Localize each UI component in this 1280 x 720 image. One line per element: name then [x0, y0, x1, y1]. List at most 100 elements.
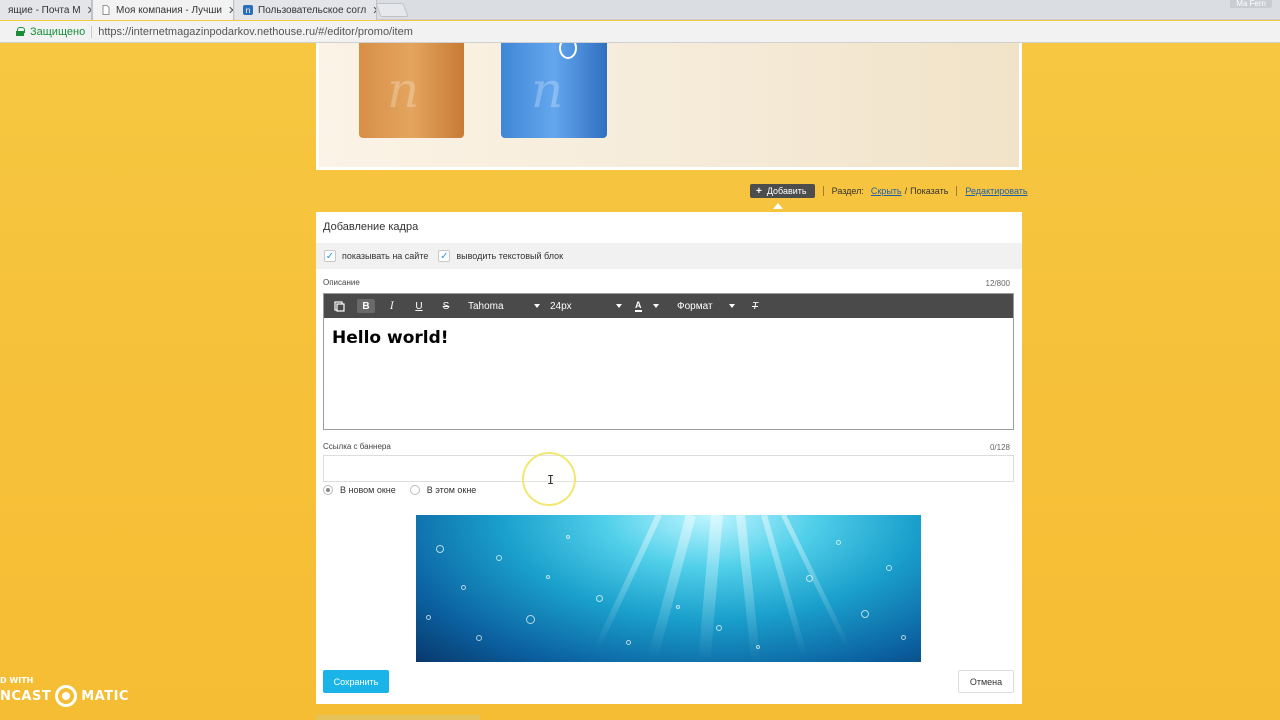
section-toolbar: + Добавить Раздел: Скрыть / Показать Ред… [750, 184, 1028, 198]
tab-title: ящие - Почта M [8, 4, 81, 16]
cancel-button[interactable]: Отмена [958, 670, 1014, 693]
text-cursor-icon: I [547, 473, 555, 487]
bubble [756, 645, 760, 649]
radio-selected-icon[interactable] [323, 485, 333, 495]
format-label: Формат [677, 300, 713, 312]
chevron-down-icon [534, 304, 540, 308]
blue-bag-image: n [501, 43, 607, 138]
tab-title: Моя компания - Лучши [116, 4, 223, 16]
new-tab-button[interactable] [375, 3, 409, 17]
slash-separator: / [904, 186, 908, 196]
bubble [436, 545, 444, 553]
browser-tab-company[interactable]: Моя компания - Лучши ✕ [92, 0, 234, 20]
close-icon[interactable]: ✕ [222, 4, 233, 17]
screencast-watermark: D WITH NCAST MATIC [0, 676, 129, 707]
watermark-logo: NCAST MATIC [0, 685, 129, 707]
bubble [476, 635, 482, 641]
font-family-value: Tahoma [468, 300, 504, 312]
frame-image-preview[interactable] [416, 515, 921, 662]
bubble [596, 595, 603, 602]
radio-unselected-icon[interactable] [409, 485, 420, 495]
save-button[interactable]: Сохранить [323, 670, 389, 693]
text-color-icon: A [635, 300, 642, 312]
options-strip: ✓ показывать на сайте ✓ выводить текстов… [316, 243, 1022, 269]
tab-title: Пользовательское согл [258, 4, 367, 16]
font-size-value: 24px [550, 300, 572, 312]
next-section-edge [316, 715, 480, 720]
same-window-option[interactable]: В этом окне [409, 485, 477, 495]
banner-link-input[interactable] [323, 455, 1014, 482]
bubble [626, 640, 631, 645]
show-text-block-label: выводить текстовый блок [456, 251, 564, 261]
show-on-site-option[interactable]: ✓ показывать на сайте [324, 250, 428, 262]
italic-button[interactable]: I [384, 299, 400, 313]
section-label: Раздел: [831, 186, 864, 196]
hide-link[interactable]: Скрыть [871, 186, 902, 196]
banner-image: n n [319, 43, 1019, 167]
show-text-block-option[interactable]: ✓ выводить текстовый блок [438, 250, 563, 262]
bubble [836, 540, 841, 545]
same-window-label: В этом окне [426, 485, 477, 495]
url-text[interactable]: https://internetmagazinpodarkov.nethouse… [98, 26, 413, 38]
underline-button[interactable]: U [411, 299, 427, 313]
browser-tab-agreement[interactable]: n Пользовательское согл ✕ [235, 0, 377, 20]
bubble [496, 555, 502, 561]
text-color-button[interactable]: A [635, 299, 659, 313]
add-button-label: Добавить [766, 186, 807, 196]
edit-link[interactable]: Редактировать [965, 186, 1027, 196]
window-user-badge[interactable]: Ma Fern [1230, 0, 1272, 8]
rich-text-editor: B I U S Tahoma 24px A Формат T Hello wor… [323, 293, 1014, 430]
bubble [676, 605, 680, 609]
pointer-arrow [773, 203, 783, 209]
description-label: Описание [323, 278, 360, 287]
bold-button[interactable]: B [357, 299, 375, 313]
light-ray [736, 515, 761, 662]
light-ray [648, 515, 696, 659]
secure-label: Защищено [30, 25, 86, 38]
bubble [566, 535, 570, 539]
show-label[interactable]: Показать [910, 186, 948, 196]
browser-tab-bar: ящие - Почта M ✕ Моя компания - Лучши ✕ … [0, 0, 1280, 20]
add-frame-panel: Добавление кадра ✓ показывать на сайте ✓… [316, 212, 1022, 704]
bubble [546, 575, 550, 579]
font-family-select[interactable]: Tahoma [468, 299, 540, 313]
strikethrough-button[interactable]: S [438, 299, 454, 313]
promo-banner: n n [316, 43, 1022, 170]
format-select[interactable]: Формат [677, 299, 735, 313]
light-ray [781, 515, 851, 649]
checkbox-checked-icon[interactable]: ✓ [438, 250, 451, 262]
bubble [461, 585, 466, 590]
address-bar[interactable]: Защищено https://internetmagazinpodarkov… [0, 21, 1280, 43]
bubble [526, 615, 535, 624]
editor-content-area[interactable]: Hello world! [324, 318, 1013, 358]
plus-icon: + [756, 185, 762, 197]
light-ray [594, 515, 662, 650]
close-icon[interactable]: ✕ [81, 4, 91, 17]
chevron-down-icon [729, 304, 735, 308]
font-size-select[interactable]: 24px [550, 299, 622, 313]
chevron-down-icon [653, 304, 659, 308]
lock-icon [16, 27, 25, 36]
show-on-site-label: показывать на сайте [342, 251, 429, 261]
editor-text[interactable]: Hello world! [332, 328, 1005, 348]
add-button[interactable]: + Добавить [750, 184, 815, 198]
site-favicon-icon: n [243, 5, 253, 15]
description-counter: 12/800 [985, 279, 1010, 288]
link-target-options: В новом окне В этом окне [323, 485, 476, 495]
bubble [716, 625, 722, 631]
svg-text:n: n [245, 6, 250, 15]
bubble [426, 615, 431, 620]
link-counter: 0/128 [989, 443, 1010, 452]
clear-format-icon[interactable]: T [748, 299, 762, 313]
paste-icon[interactable] [331, 299, 347, 313]
new-window-option[interactable]: В новом окне [323, 485, 396, 495]
bubble [886, 565, 892, 571]
new-window-label: В новом окне [340, 485, 396, 495]
panel-title: Добавление кадра [323, 221, 419, 233]
light-ray [761, 515, 808, 658]
light-ray [698, 515, 723, 662]
bubble [861, 610, 869, 618]
browser-tab-mail[interactable]: ящие - Почта M ✕ [0, 0, 92, 20]
address-divider [91, 25, 93, 38]
checkbox-checked-icon[interactable]: ✓ [324, 250, 336, 262]
